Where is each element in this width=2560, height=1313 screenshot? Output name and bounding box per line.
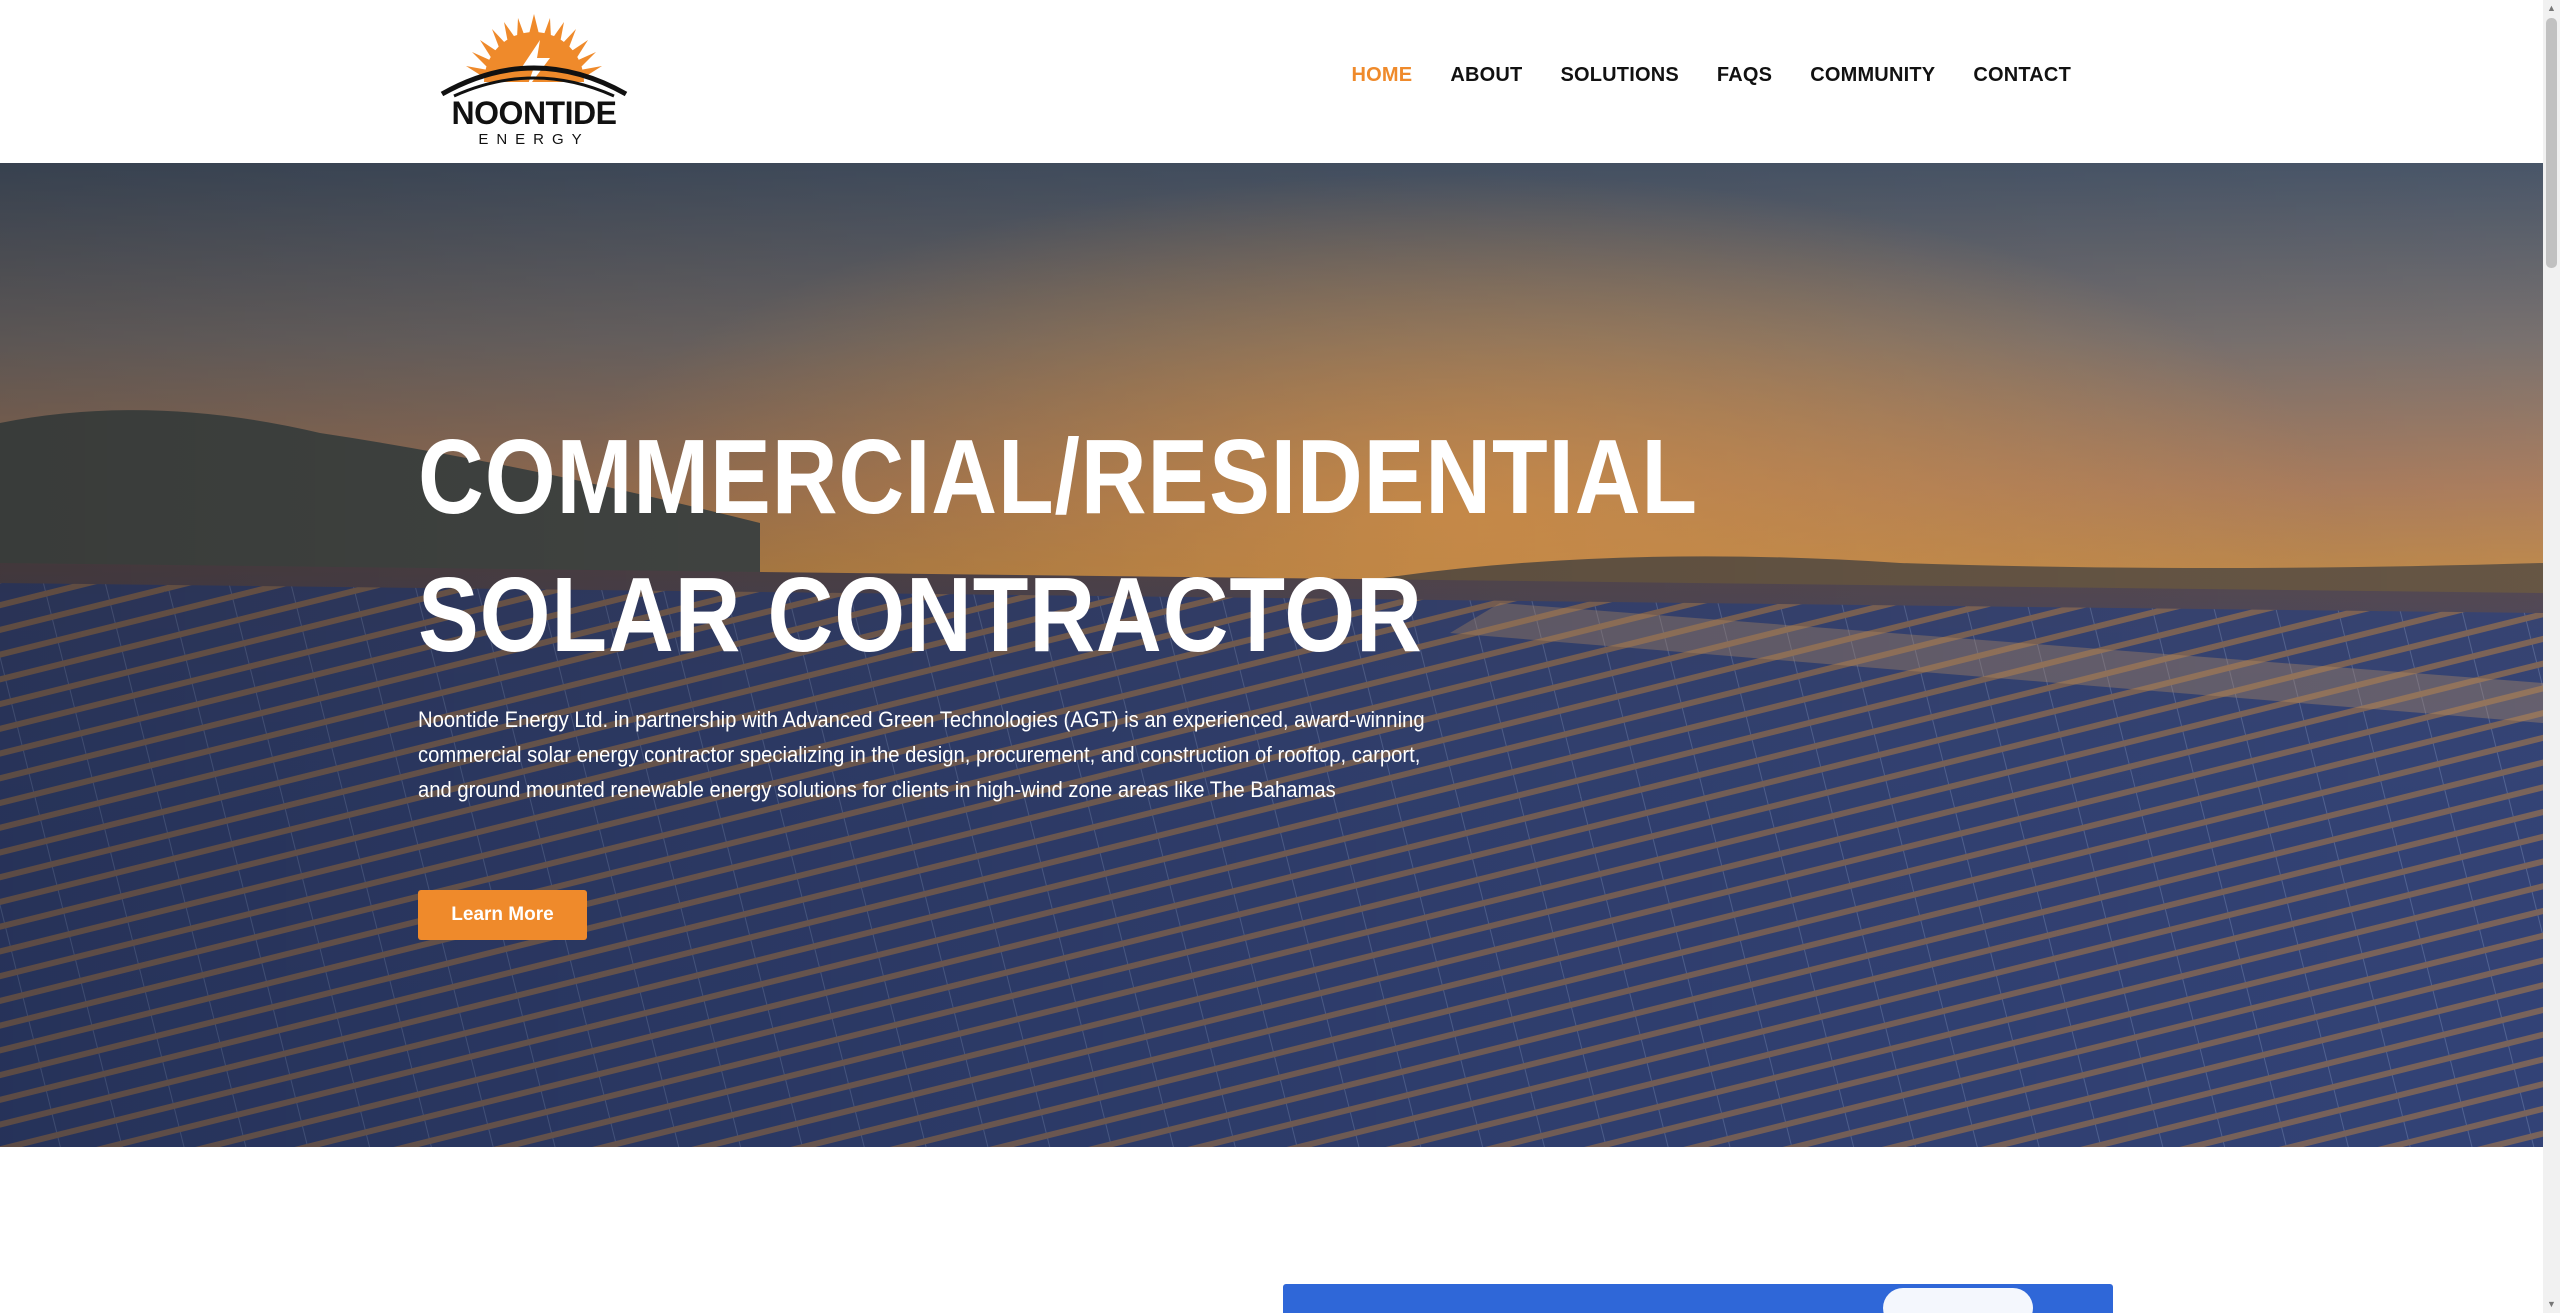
- section-image: [1283, 1284, 2113, 1313]
- svg-text:NOONTIDE: NOONTIDE: [452, 95, 617, 131]
- hero-content: COMMERCIAL/RESIDENTIAL SOLAR CONTRACTOR …: [418, 408, 1698, 940]
- site-header: NOONTIDE ENERGY HOME ABOUT SOLUTIONS FAQ…: [0, 0, 2543, 163]
- page-scrollbar[interactable]: ▲ ▼: [2543, 0, 2560, 1313]
- svg-text:ENERGY: ENERGY: [478, 131, 589, 147]
- scroll-down-arrow-icon[interactable]: ▼: [2543, 1296, 2560, 1313]
- learn-more-button[interactable]: Learn More: [418, 890, 587, 940]
- hero-title-line-1: COMMERCIAL/RESIDENTIAL: [418, 418, 1698, 536]
- scroll-up-arrow-icon[interactable]: ▲: [2543, 0, 2560, 17]
- nav-solutions[interactable]: SOLUTIONS: [1560, 64, 1678, 87]
- main-nav: HOME ABOUT SOLUTIONS FAQS COMMUNITY CONT…: [1314, 64, 2071, 87]
- nav-contact[interactable]: CONTACT: [1973, 64, 2071, 87]
- noontide-logo[interactable]: NOONTIDE ENERGY: [432, 12, 637, 147]
- nav-community[interactable]: COMMUNITY: [1810, 64, 1935, 87]
- scroll-thumb[interactable]: [2546, 18, 2557, 268]
- nav-home[interactable]: HOME: [1352, 64, 1413, 87]
- hero-description: Noontide Energy Ltd. in partnership with…: [418, 707, 1425, 802]
- hero-section: COMMERCIAL/RESIDENTIAL SOLAR CONTRACTOR …: [0, 163, 2543, 1147]
- hero-title-line-2: SOLAR CONTRACTOR: [418, 556, 1423, 674]
- cloud-shape: [1883, 1288, 2033, 1313]
- hero-title: COMMERCIAL/RESIDENTIAL SOLAR CONTRACTOR: [418, 408, 1698, 684]
- nav-faqs[interactable]: FAQS: [1717, 64, 1772, 87]
- nav-about[interactable]: ABOUT: [1450, 64, 1522, 87]
- content-section: [0, 1147, 2543, 1313]
